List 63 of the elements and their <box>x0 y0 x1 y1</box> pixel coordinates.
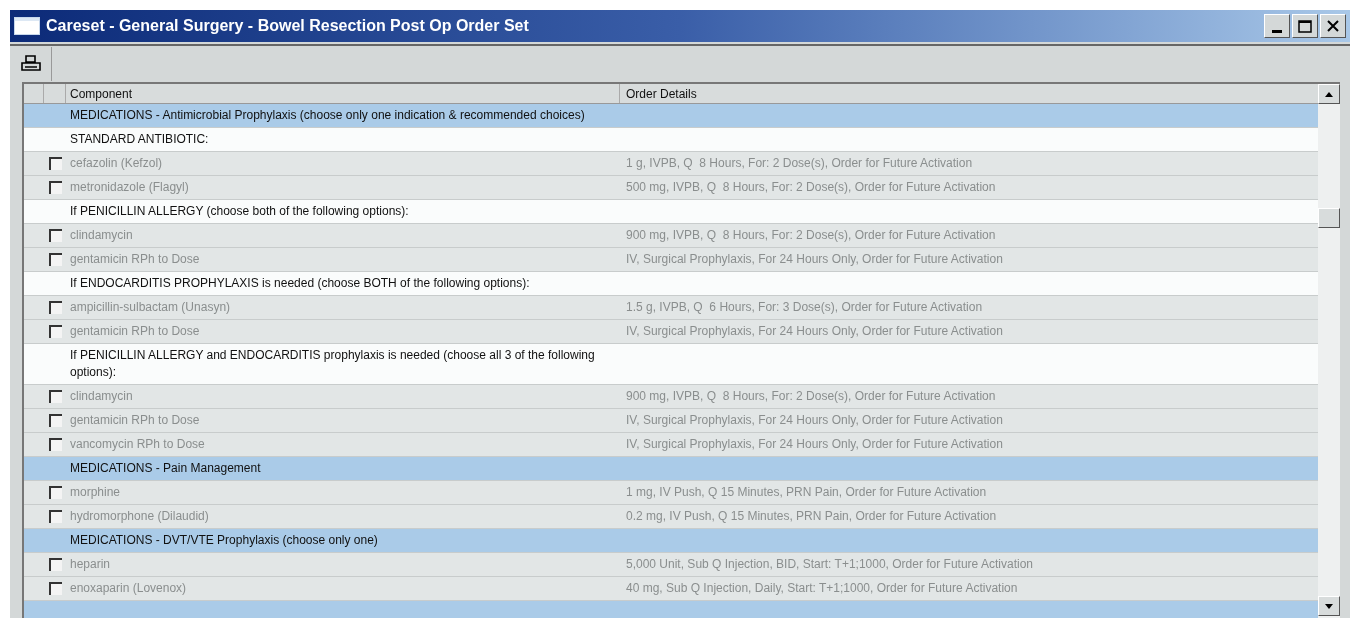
subheading: STANDARD ANTIBIOTIC: <box>70 132 209 146</box>
order-details: 900 mg, IVPB, Q 8 Hours, For: 2 Dose(s), Order for Future Activation <box>626 389 996 403</box>
checkbox[interactable] <box>48 510 62 523</box>
order-details: IV, Surgical Prophylaxis, For 24 Hours Only, Order for Future Activation <box>626 413 1003 427</box>
minimize-icon <box>1272 30 1282 33</box>
close-icon <box>1326 19 1340 33</box>
scroll-down-button[interactable] <box>1318 596 1340 616</box>
subheading: If ENDOCARDITIS PROPHYLAXIS is needed (choose BOTH of the following options): <box>70 276 530 290</box>
checkbox[interactable] <box>48 253 62 266</box>
window-title: Careset - General Surgery - Bowel Resection Post Op Order Set <box>46 16 529 36</box>
section-title: MEDICATIONS - DVT/VTE Prophylaxis (choose only one) <box>70 533 378 547</box>
checkbox[interactable] <box>48 390 62 403</box>
maximize-icon <box>1298 19 1312 33</box>
checkbox[interactable] <box>48 157 62 170</box>
order-name[interactable]: hydromorphone (Dilaudid) <box>70 509 209 523</box>
order-name[interactable]: ampicillin-sulbactam (Unasyn) <box>70 300 231 314</box>
order-name[interactable]: gentamicin RPh to Dose <box>70 252 200 266</box>
order-name[interactable]: cefazolin (Kefzol) <box>70 156 163 170</box>
order-name[interactable]: gentamicin RPh to Dose <box>70 324 200 338</box>
scroll-thumb[interactable] <box>1318 208 1340 228</box>
order-details: 900 mg, IVPB, Q 8 Hours, For: 2 Dose(s), Order for Future Activation <box>626 228 996 242</box>
order-details: 40 mg, Sub Q Injection, Daily, Start: T+1;1000, Order for Future Activation <box>626 581 1018 595</box>
order-name[interactable]: enoxaparin (Lovenox) <box>70 581 187 595</box>
checkbox[interactable] <box>48 301 62 314</box>
checkbox[interactable] <box>48 582 62 595</box>
subheading: If PENICILLIN ALLERGY (choose both of the following options): <box>70 204 409 218</box>
checkbox[interactable] <box>48 181 62 194</box>
order-name[interactable]: gentamicin RPh to Dose <box>70 413 200 427</box>
order-details: 5,000 Unit, Sub Q Injection, BID, Start: T+1;1000, Order for Future Activation <box>626 557 1033 571</box>
checkbox[interactable] <box>48 414 62 427</box>
order-name[interactable]: morphine <box>70 485 121 499</box>
close-button[interactable] <box>1320 14 1346 38</box>
order-details: 0.2 mg, IV Push, Q 15 Minutes, PRN Pain, Order for Future Activation <box>626 509 997 523</box>
checkbox[interactable] <box>48 558 62 571</box>
minimize-button[interactable] <box>1264 14 1290 38</box>
order-details: 1 mg, IV Push, Q 15 Minutes, PRN Pain, Order for Future Activation <box>626 485 987 499</box>
checkbox[interactable] <box>48 486 62 499</box>
section-title: MEDICATIONS - Pain Management <box>70 461 261 475</box>
order-details: 500 mg, IVPB, Q 8 Hours, For: 2 Dose(s), Order for Future Activation <box>626 180 996 194</box>
order-name[interactable]: vancomycin RPh to Dose <box>70 437 205 451</box>
order-details: IV, Surgical Prophylaxis, For 24 Hours Only, Order for Future Activation <box>626 437 1003 451</box>
checkbox[interactable] <box>48 438 62 451</box>
printer-icon <box>20 55 41 73</box>
scroll-up-button[interactable] <box>1318 84 1340 104</box>
order-name[interactable]: clindamycin <box>70 228 133 242</box>
checkbox[interactable] <box>48 325 62 338</box>
order-details: 1 g, IVPB, Q 8 Hours, For: 2 Dose(s), Order for Future Activation <box>626 156 973 170</box>
scrollbar[interactable] <box>1318 84 1340 618</box>
window-icon <box>14 17 40 35</box>
section-title: MEDICATIONS - Antimicrobial Prophylaxis (choose only one indication & recommended choices) <box>70 108 585 122</box>
order-details: 1.5 g, IVPB, Q 6 Hours, For: 3 Dose(s), Order for Future Activation <box>626 300 983 314</box>
order-name[interactable]: metronidazole (Flagyl) <box>70 180 189 194</box>
checkbox[interactable] <box>48 229 62 242</box>
order-name[interactable]: heparin <box>70 557 111 571</box>
subheading: If PENICILLIN ALLERGY and ENDOCARDITIS prophylaxis is needed (choose all 3 of the following options): <box>70 348 595 379</box>
order-details: IV, Surgical Prophylaxis, For 24 Hours Only, Order for Future Activation <box>626 324 1003 338</box>
column-header[interactable]: Component <box>66 84 620 103</box>
order-name[interactable]: clindamycin <box>70 389 133 403</box>
maximize-button[interactable] <box>1292 14 1318 38</box>
order-details: IV, Surgical Prophylaxis, For 24 Hours Only, Order for Future Activation <box>626 252 1003 266</box>
down-arrow-icon <box>1325 603 1333 609</box>
column-header[interactable]: Order Details <box>620 84 1318 103</box>
up-arrow-icon <box>1325 91 1333 97</box>
